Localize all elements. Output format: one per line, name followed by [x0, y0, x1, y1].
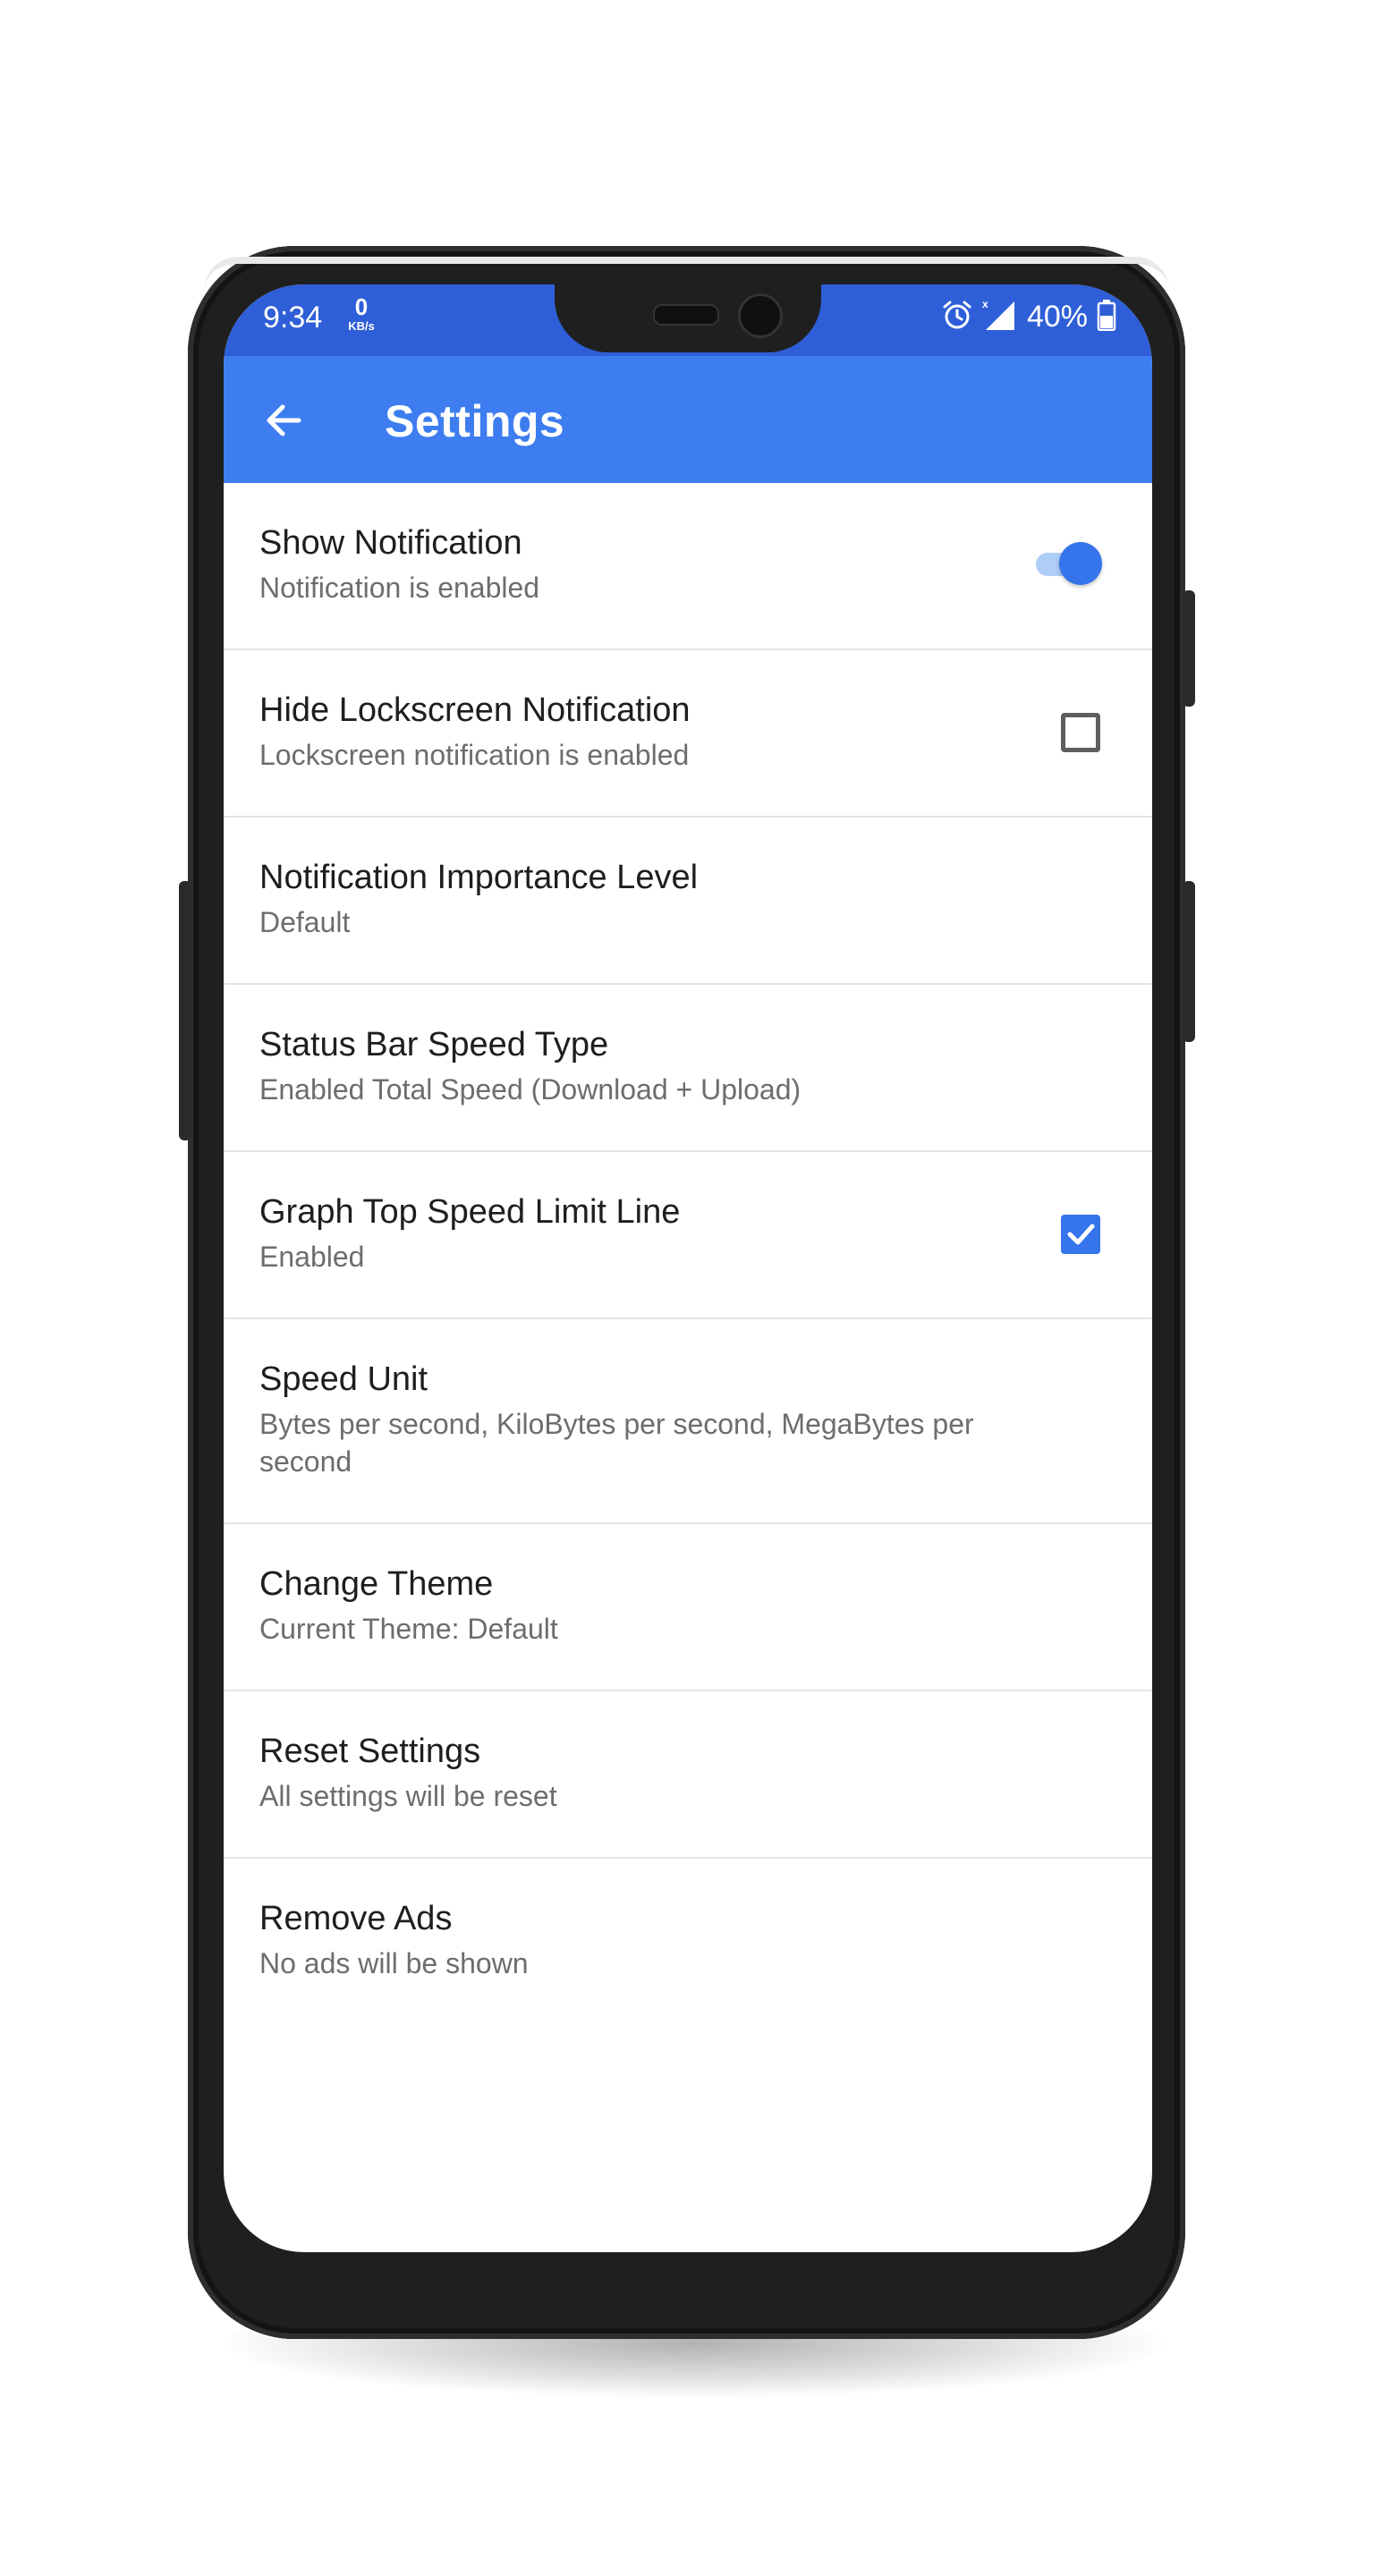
hide-lockscreen-checkbox[interactable] — [1061, 713, 1100, 752]
setting-subtitle: No ads will be shown — [259, 1947, 529, 1979]
setting-title: Graph Top Speed Limit Line — [259, 1193, 681, 1231]
setting-subtitle: Notification is enabled — [259, 572, 540, 604]
setting-title: Status Bar Speed Type — [259, 1026, 609, 1063]
show-notification-toggle[interactable] — [1032, 540, 1107, 585]
setting-title: Speed Unit — [259, 1360, 428, 1398]
earpiece-speaker — [653, 304, 719, 326]
arrow-back-icon[interactable] — [259, 395, 310, 445]
graph-top-speed-checkbox[interactable] — [1061, 1215, 1100, 1254]
setting-title: Notification Importance Level — [259, 859, 699, 896]
page-title: Settings — [385, 396, 565, 446]
setting-subtitle: Default — [259, 906, 351, 938]
svg-text:x: x — [982, 298, 988, 310]
battery-percent: 40% — [1026, 299, 1088, 334]
setting-change-theme[interactable]: Change Theme Current Theme: Default — [224, 1524, 1152, 1691]
setting-title: Remove Ads — [259, 1900, 453, 1937]
status-icons: x 40% — [941, 298, 1116, 336]
setting-notification-importance-level[interactable]: Notification Importance Level Default — [224, 818, 1152, 985]
setting-hide-lockscreen-notification[interactable]: Hide Lockscreen Notification Lockscreen … — [224, 650, 1152, 818]
setting-reset-settings[interactable]: Reset Settings All settings will be rese… — [224, 1691, 1152, 1859]
power-button — [1183, 590, 1195, 707]
setting-remove-ads[interactable]: Remove Ads No ads will be shown — [224, 1859, 1152, 2026]
setting-title: Change Theme — [259, 1565, 494, 1603]
camera-notch — [555, 284, 821, 352]
setting-subtitle: Enabled Total Speed (Download + Upload) — [259, 1073, 802, 1106]
setting-subtitle: Lockscreen notification is enabled — [259, 739, 690, 771]
setting-subtitle: Enabled — [259, 1241, 365, 1273]
network-speed-value: 0 — [354, 293, 369, 320]
setting-subtitle: Bytes per second, KiloBytes per second, … — [259, 1408, 974, 1478]
setting-title: Hide Lockscreen Notification — [259, 691, 691, 729]
phone-screen: 9:34 0 KB/s x 40% Settings Show Notifica… — [224, 284, 1152, 2252]
volume-button — [179, 881, 191, 1140]
app-bar: Settings — [224, 356, 1152, 483]
setting-title: Show Notification — [259, 524, 522, 562]
status-bar: 9:34 0 KB/s x 40% — [224, 284, 1152, 356]
setting-subtitle: All settings will be reset — [259, 1780, 557, 1812]
front-camera — [738, 293, 783, 338]
signal-icon: x — [982, 298, 1018, 336]
toggle-thumb — [1059, 542, 1102, 585]
check-icon — [1067, 1224, 1095, 1245]
setting-graph-top-speed-limit-line[interactable]: Graph Top Speed Limit Line Enabled — [224, 1152, 1152, 1319]
setting-subtitle: Current Theme: Default — [259, 1613, 558, 1645]
settings-list: Show Notification Notification is enable… — [224, 483, 1152, 2026]
status-time: 9:34 — [263, 301, 323, 335]
alarm-icon — [941, 299, 973, 335]
side-button — [1183, 881, 1195, 1042]
network-speed-unit: KB/s — [348, 319, 375, 333]
setting-status-bar-speed-type[interactable]: Status Bar Speed Type Enabled Total Spee… — [224, 985, 1152, 1152]
setting-speed-unit[interactable]: Speed Unit Bytes per second, KiloBytes p… — [224, 1319, 1152, 1524]
setting-title: Reset Settings — [259, 1733, 481, 1770]
battery-icon — [1097, 299, 1116, 335]
setting-show-notification[interactable]: Show Notification Notification is enable… — [224, 483, 1152, 650]
network-speed-indicator: 0 KB/s — [344, 295, 379, 332]
